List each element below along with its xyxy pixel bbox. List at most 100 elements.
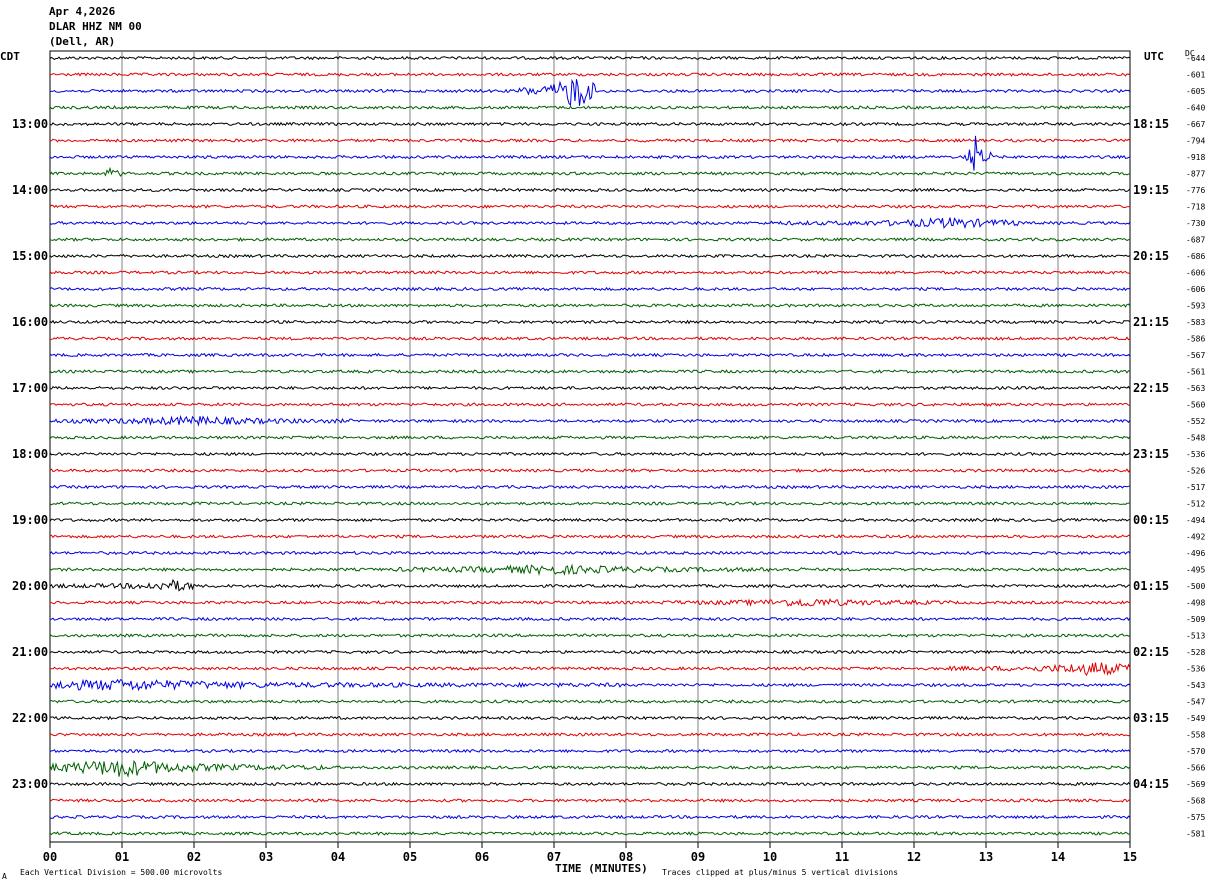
x-tick-label: 11 (835, 850, 849, 864)
x-tick-label: 06 (475, 850, 489, 864)
dc-offset-label: -686 (1186, 252, 1205, 261)
dc-offset-label: -547 (1186, 698, 1205, 707)
utc-hour-label: 19:15 (1133, 183, 1169, 197)
x-tick-label: 01 (115, 850, 129, 864)
seismic-trace-row-34 (49, 616, 1131, 622)
utc-hour-label: 20:15 (1133, 249, 1169, 263)
cdt-hour-label: 21:00 (12, 645, 48, 659)
clipping-note: Traces clipped at plus/minus 5 vertical … (662, 868, 899, 877)
cdt-hour-label: 20:00 (12, 579, 48, 593)
x-tick-label: 13 (979, 850, 993, 864)
dc-offset-label: -640 (1186, 104, 1205, 113)
helicorder-plot: 00 01 02 03 04 05 06 07 08 09 10 11 12 13 14 15-644-601… (12, 50, 1205, 864)
x-axis-title: TIME (MINUTES) (555, 862, 648, 875)
seismic-trace-row-42 (49, 748, 1131, 754)
seismic-trace-row-38 (49, 678, 1131, 692)
dc-offset-label: -601 (1186, 71, 1205, 80)
seismic-trace-row-11 (49, 237, 1131, 242)
dc-offset-label: -500 (1186, 582, 1205, 591)
seismic-trace-row-35 (49, 633, 1131, 638)
dc-offset-label: -492 (1186, 533, 1205, 542)
cdt-hour-label: 14:00 (12, 183, 48, 197)
dc-offset-label: -567 (1186, 351, 1205, 360)
dc-offset-label: -526 (1186, 467, 1205, 476)
seismic-trace-row-15 (49, 303, 1131, 308)
seismic-trace-row-21 (49, 402, 1131, 407)
seismic-trace-row-28 (49, 517, 1131, 523)
utc-hour-label: 02:15 (1133, 645, 1169, 659)
seismic-trace-row-4 (49, 121, 1131, 127)
x-tick-label: 14 (1051, 850, 1065, 864)
dc-offset-label: -586 (1186, 335, 1205, 344)
seismic-trace-row-46 (49, 814, 1131, 820)
x-tick-label: 00 (43, 850, 57, 864)
utc-hour-label: 00:15 (1133, 513, 1169, 527)
seismic-trace-row-36 (49, 649, 1131, 655)
seismic-trace-row-7 (49, 166, 1131, 177)
dc-offset-label: -593 (1186, 302, 1205, 311)
utc-hour-label: 01:15 (1133, 579, 1169, 593)
cdt-hour-label: 13:00 (12, 117, 48, 131)
seismic-trace-row-23 (49, 435, 1131, 440)
dc-offset-label: -558 (1186, 731, 1205, 740)
dc-offset-label: -543 (1186, 681, 1205, 690)
seismic-trace-row-31 (49, 563, 1131, 577)
utc-hour-label: 03:15 (1133, 711, 1169, 725)
seismic-trace-row-45 (49, 798, 1131, 803)
seismic-trace-row-37 (49, 662, 1131, 677)
dc-offset-label: -495 (1186, 566, 1205, 575)
dc-offset-label: -512 (1186, 500, 1205, 509)
dc-offset-label: -528 (1186, 648, 1205, 657)
dc-offset-label: -496 (1186, 549, 1205, 558)
dc-offset-label: -548 (1186, 434, 1205, 443)
dc-offset-label: -517 (1186, 483, 1205, 492)
seismic-trace-row-0 (49, 55, 1131, 61)
cdt-hour-label: 18:00 (12, 447, 48, 461)
dc-offset-label: -667 (1186, 120, 1205, 129)
dc-offset-label: -718 (1186, 203, 1205, 212)
cdt-hour-label: 17:00 (12, 381, 48, 395)
dc-offset-label: -776 (1186, 186, 1205, 195)
cdt-hour-label: 23:00 (12, 777, 48, 791)
dc-offset-label: -560 (1186, 401, 1205, 410)
seismic-trace-row-3 (49, 105, 1131, 110)
seismic-trace-row-14 (49, 286, 1131, 292)
cdt-hour-label: 16:00 (12, 315, 48, 329)
utc-hour-label: 21:15 (1133, 315, 1169, 329)
dc-offset-label: -730 (1186, 219, 1205, 228)
dc-offset-label: -563 (1186, 384, 1205, 393)
utc-hour-label: 04:15 (1133, 777, 1169, 791)
dc-offset-label: -549 (1186, 714, 1205, 723)
seismic-trace-row-30 (49, 550, 1131, 556)
dc-offset-label: -494 (1186, 516, 1205, 525)
dc-offset-label: -569 (1186, 780, 1205, 789)
utc-hour-label: 23:15 (1133, 447, 1169, 461)
dc-offset-label: -644 (1186, 54, 1205, 63)
seismic-trace-row-39 (49, 699, 1131, 704)
utc-hour-label: 22:15 (1133, 381, 1169, 395)
dc-offset-label: -605 (1186, 87, 1205, 96)
dc-offset-label: -606 (1186, 269, 1205, 278)
seismic-trace-row-25 (49, 468, 1131, 473)
dc-offset-label: -513 (1186, 632, 1205, 641)
seismic-trace-row-1 (49, 72, 1131, 77)
dc-offset-label: -552 (1186, 417, 1205, 426)
seismic-trace-row-10 (49, 217, 1131, 229)
seismic-trace-row-43 (49, 759, 1131, 778)
cdt-hour-label: 15:00 (12, 249, 48, 263)
dc-offset-label: -536 (1186, 665, 1205, 674)
dc-offset-label: -509 (1186, 615, 1205, 624)
seismic-trace-row-2 (49, 78, 1131, 107)
dc-offset-label: -536 (1186, 450, 1205, 459)
x-tick-label: 03 (259, 850, 273, 864)
seismic-trace-row-5 (49, 138, 1131, 143)
seismic-trace-row-41 (49, 732, 1131, 737)
seismic-trace-row-47 (49, 831, 1131, 836)
seismic-trace-row-22 (49, 414, 1131, 427)
seismic-trace-row-9 (49, 204, 1131, 209)
dc-offset-label: -687 (1186, 236, 1205, 245)
seismic-trace-row-33 (50, 598, 1131, 607)
dc-offset-label: -561 (1186, 368, 1205, 377)
seismic-trace-row-29 (49, 534, 1131, 539)
seismic-trace-row-18 (49, 352, 1131, 358)
